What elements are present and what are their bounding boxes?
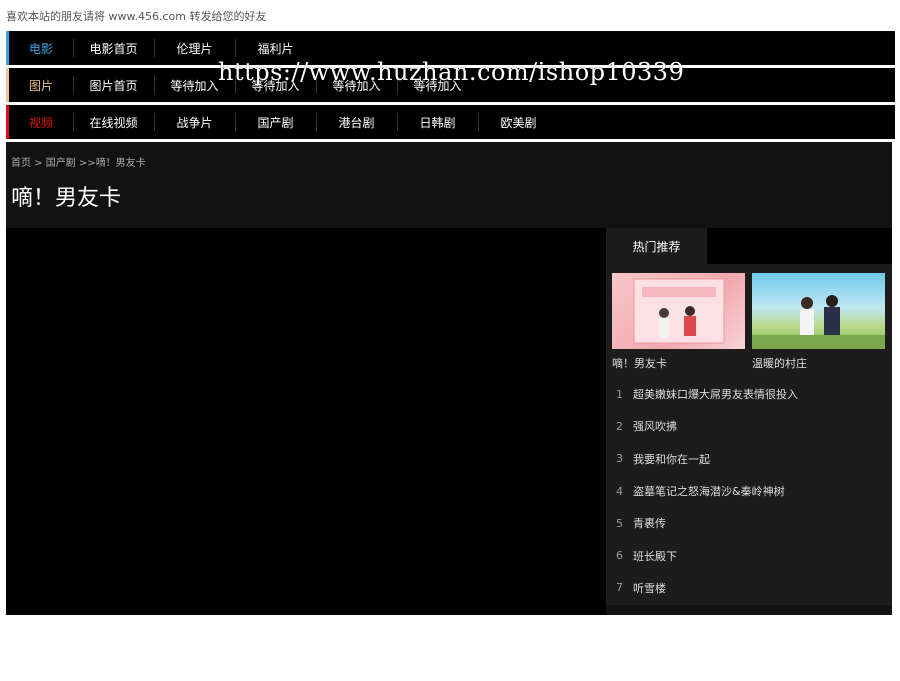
- list-item-title[interactable]: 盗墓笔记之怒海潜沙&秦岭神树: [633, 483, 785, 499]
- nav-category-movies[interactable]: 电影: [9, 31, 73, 65]
- poster-image[interactable]: [752, 273, 885, 349]
- poster-illustration: [633, 278, 725, 344]
- page-title: 嘀！男友卡: [11, 186, 122, 211]
- thumbnail-caption[interactable]: 温暖的村庄: [752, 355, 885, 371]
- rank-number: 6: [616, 549, 623, 563]
- breadcrumb-separator: >>: [75, 158, 96, 169]
- list-item[interactable]: 4 盗墓笔记之怒海潜沙&秦岭神树: [606, 475, 892, 507]
- breadcrumb-section[interactable]: 国产剧: [46, 158, 76, 169]
- breadcrumb-home[interactable]: 首页: [11, 158, 31, 169]
- nav-category-videos[interactable]: 视频: [9, 105, 73, 139]
- tab-bar: 热门推荐: [606, 228, 892, 264]
- rank-number: 3: [616, 452, 623, 466]
- video-player[interactable]: [6, 228, 606, 615]
- list-item-title[interactable]: 超美嫩妹口爆大屌男友表情很投入: [633, 386, 798, 402]
- list-item-title[interactable]: 听雪楼: [633, 580, 666, 596]
- list-item-title[interactable]: 班长殿下: [633, 548, 677, 564]
- list-item-title[interactable]: 我要和你在一起: [633, 451, 710, 467]
- nav-item-movie-home[interactable]: 电影首页: [73, 31, 154, 65]
- list-item[interactable]: 7 听雪楼: [606, 572, 892, 604]
- nav-item-picture-home[interactable]: 图片首页: [73, 68, 154, 102]
- rank-number: 7: [616, 581, 623, 595]
- hot-recommend-panel: 热门推荐 嘀！男友卡 温暖的村庄 1 超美嫩妹口爆大屌男友表情很投入 2 强风吹…: [606, 228, 892, 615]
- breadcrumb-separator: >: [31, 158, 46, 169]
- site-share-notice: 喜欢本站的朋友请将 www.456.com 转发给您的好友: [6, 10, 267, 23]
- list-item[interactable]: 2 强风吹拂: [606, 410, 892, 442]
- breadcrumb: 首页 > 国产剧 >>嘀！男友卡: [11, 154, 146, 169]
- thumbnail-card[interactable]: 温暖的村庄: [752, 273, 885, 371]
- ranking-list: 1 超美嫩妹口爆大屌男友表情很投入 2 强风吹拂 3 我要和你在一起 4 盗墓笔记之怒海…: [606, 378, 892, 604]
- rank-number: 1: [616, 387, 623, 401]
- rank-number: 2: [616, 419, 623, 433]
- list-item[interactable]: 6 班长殿下: [606, 539, 892, 571]
- breadcrumb-current: 嘀！男友卡: [95, 158, 146, 169]
- list-item-title[interactable]: 强风吹拂: [633, 418, 677, 434]
- nav-item-war[interactable]: 战争片: [154, 105, 235, 139]
- rank-number: 4: [616, 484, 623, 498]
- list-item[interactable]: 1 超美嫩妹口爆大屌男友表情很投入: [606, 378, 892, 410]
- poster-image[interactable]: [612, 273, 745, 349]
- list-item[interactable]: 5 青裹传: [606, 507, 892, 539]
- nav-item-hk-tw-drama[interactable]: 港台剧: [316, 105, 397, 139]
- nav-category-pictures[interactable]: 图片: [9, 68, 73, 102]
- watermark: https://www.huzhan.com/ishop10339: [218, 58, 685, 86]
- nav-item-online-video[interactable]: 在线视频: [73, 105, 154, 139]
- panel-footer-strip: [606, 605, 892, 615]
- thumbnail-card[interactable]: 嘀！男友卡: [612, 273, 745, 371]
- thumbnail-grid: 嘀！男友卡 温暖的村庄: [612, 273, 885, 371]
- poster-illustration: [752, 295, 885, 349]
- nav-item-western-drama[interactable]: 欧美剧: [478, 105, 559, 139]
- nav-item-domestic-drama[interactable]: 国产剧: [235, 105, 316, 139]
- list-item-title[interactable]: 青裹传: [633, 515, 666, 531]
- thumbnail-caption[interactable]: 嘀！男友卡: [612, 355, 745, 371]
- rank-number: 5: [616, 516, 623, 530]
- nav-row-videos: 视频 在线视频 战争片 国产剧 港台剧 日韩剧 欧美剧: [6, 105, 895, 139]
- list-item[interactable]: 3 我要和你在一起: [606, 443, 892, 475]
- page-header: 首页 > 国产剧 >>嘀！男友卡 嘀！男友卡: [6, 142, 892, 228]
- tab-hot-recommend[interactable]: 热门推荐: [606, 228, 707, 264]
- nav-item-jp-kr-drama[interactable]: 日韩剧: [397, 105, 478, 139]
